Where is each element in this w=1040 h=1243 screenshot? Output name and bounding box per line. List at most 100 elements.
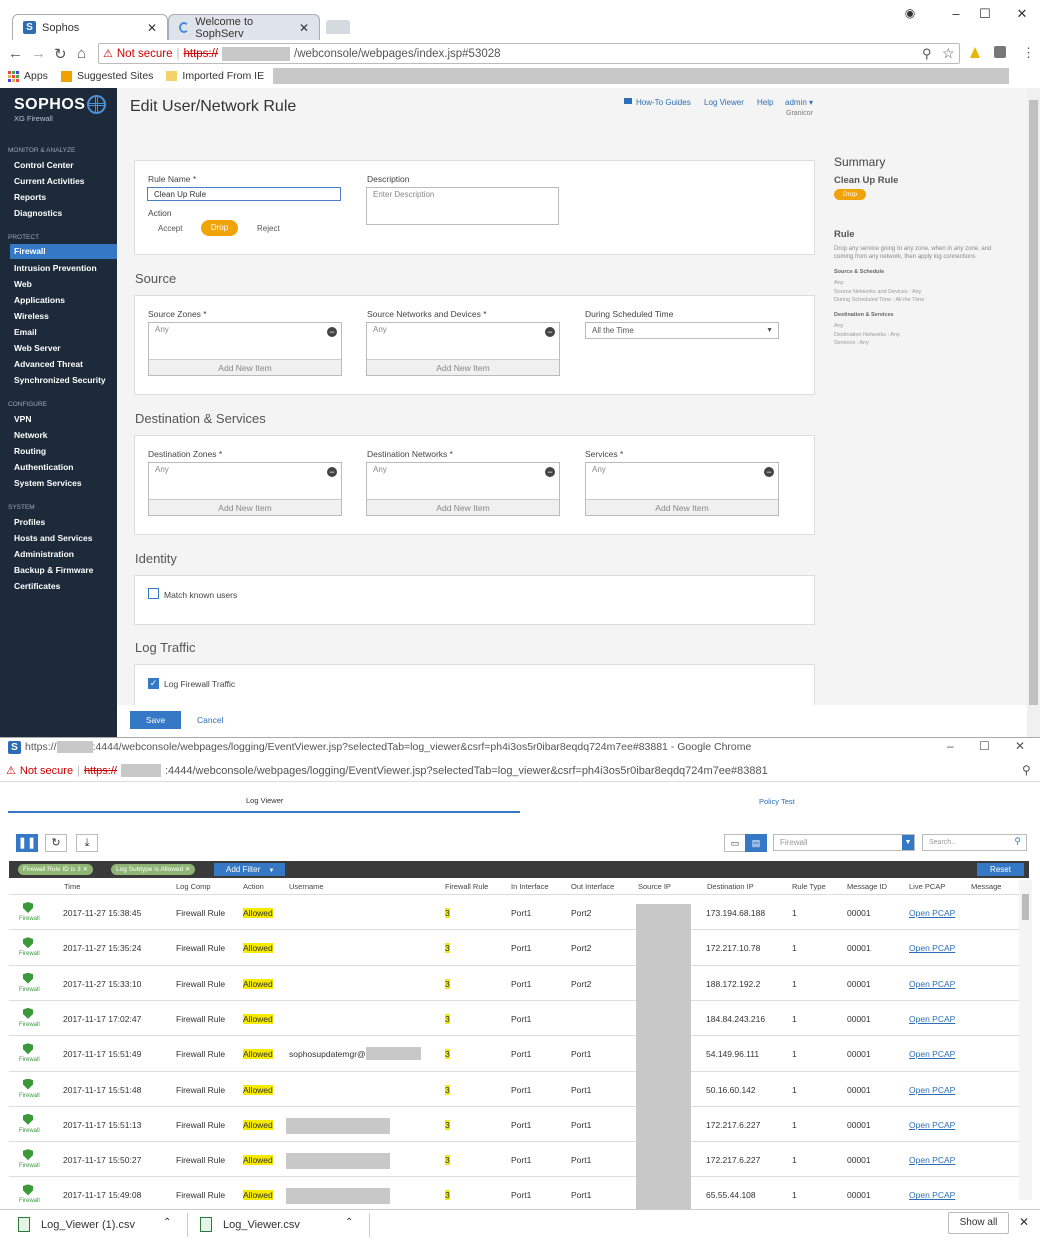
minimize-icon[interactable]: – xyxy=(947,739,954,753)
maximize-icon[interactable]: ☐ xyxy=(975,6,995,22)
sidebar-item-current-activities[interactable]: Current Activities xyxy=(14,176,85,186)
admin-menu[interactable]: admin ▾ xyxy=(785,98,813,107)
tab-policy-test[interactable]: Policy Test xyxy=(759,797,795,806)
sidebar-item-web[interactable]: Web xyxy=(14,279,32,289)
popup-address-bar[interactable]: ⚠ Not secure | https:// :4444/webconsole… xyxy=(0,760,1040,782)
sidebar-item-vpn[interactable]: VPN xyxy=(14,414,31,424)
sidebar-item-network[interactable]: Network xyxy=(14,430,48,440)
save-button[interactable]: Save xyxy=(130,711,181,729)
table-row[interactable]: Firewall 2017-11-17 15:51:48 Firewall Rule… xyxy=(9,1070,1019,1106)
download-item-2[interactable]: Log_Viewer.csv xyxy=(223,1219,300,1231)
remove-icon[interactable]: − xyxy=(327,467,337,477)
column-header-message-id[interactable]: Message ID xyxy=(847,882,887,891)
close-downloads-icon[interactable]: ✕ xyxy=(1019,1215,1029,1229)
action-reject[interactable]: Reject xyxy=(257,224,280,233)
sidebar-item-wireless[interactable]: Wireless xyxy=(14,311,49,321)
refresh-icon[interactable]: ↻ xyxy=(45,834,67,852)
cell-pcap[interactable]: Open PCAP xyxy=(909,1014,955,1024)
cell-pcap[interactable]: Open PCAP xyxy=(909,1049,955,1059)
scrollbar-thumb[interactable] xyxy=(1022,894,1029,920)
detail-view-icon[interactable]: ▭ xyxy=(724,834,746,852)
sidebar-item-firewall[interactable]: Firewall xyxy=(10,244,117,259)
table-row[interactable]: Firewall 2017-11-27 15:38:45 Firewall Rule… xyxy=(9,894,1019,929)
column-header-message[interactable]: Message xyxy=(971,882,1001,891)
table-row[interactable]: Firewall 2017-11-17 15:50:27 Firewall Rule… xyxy=(9,1141,1019,1176)
download-item-1[interactable]: Log_Viewer (1).csv xyxy=(41,1219,135,1231)
sidebar-item-advanced-threat[interactable]: Advanced Threat xyxy=(14,359,83,369)
sidebar-item-synchronized-security[interactable]: Synchronized Security xyxy=(14,375,106,385)
tab-log-viewer[interactable]: Log Viewer xyxy=(246,796,283,805)
tab-sophserv[interactable]: Welcome to SophServ ✕ xyxy=(168,14,320,40)
column-header-time[interactable]: Time xyxy=(64,882,80,891)
cell-pcap[interactable]: Open PCAP xyxy=(909,1085,955,1095)
filter-chip-rule-id[interactable]: Firewall Rule ID is 3 ✕ xyxy=(18,864,94,875)
cell-pcap[interactable]: Open PCAP xyxy=(909,908,955,918)
log-firewall-traffic-checkbox[interactable]: ✓ xyxy=(148,678,159,689)
column-header-out-interface[interactable]: Out Interface xyxy=(571,882,614,891)
chevron-up-icon[interactable]: ⌃ xyxy=(163,1217,171,1228)
help-link[interactable]: Help xyxy=(757,98,773,107)
window-close-icon[interactable]: ✕ xyxy=(1015,739,1025,753)
add-filter-button[interactable]: Add Filter ▼ xyxy=(214,863,285,876)
rule-name-input[interactable]: Clean Up Rule xyxy=(147,187,341,201)
page-scrollbar[interactable] xyxy=(1027,88,1040,737)
remove-icon[interactable]: − xyxy=(545,467,555,477)
log-search-input[interactable]: Search... ⚲ xyxy=(922,834,1027,851)
column-header-source-ip[interactable]: Source IP xyxy=(638,882,671,891)
tab-sophos[interactable]: S Sophos ✕ xyxy=(12,14,168,40)
sidebar-item-profiles[interactable]: Profiles xyxy=(14,517,45,527)
back-icon[interactable]: ← xyxy=(8,45,23,62)
sidebar-item-backup-firmware[interactable]: Backup & Firmware xyxy=(14,565,93,575)
new-tab-button[interactable] xyxy=(326,20,350,34)
reload-icon[interactable]: ↻ xyxy=(54,45,67,63)
services-list[interactable]: Any − Add New Item xyxy=(585,462,779,516)
cell-pcap[interactable]: Open PCAP xyxy=(909,1155,955,1165)
zoom-icon[interactable]: ⚲ xyxy=(922,46,932,62)
maximize-icon[interactable]: ☐ xyxy=(979,739,990,753)
sidebar-item-routing[interactable]: Routing xyxy=(14,446,46,456)
table-row[interactable]: Firewall 2017-11-17 15:49:08 Firewall Rule… xyxy=(9,1176,1019,1209)
column-header-rule-type[interactable]: Rule Type xyxy=(792,882,826,891)
table-scrollbar[interactable] xyxy=(1019,880,1032,1200)
pause-icon[interactable]: ❚❚ xyxy=(16,834,38,852)
bookmark-suggested-sites[interactable]: Suggested Sites xyxy=(77,70,153,82)
zoom-icon[interactable]: ⚲ xyxy=(1022,763,1031,777)
sidebar-item-reports[interactable]: Reports xyxy=(14,192,46,202)
table-row[interactable]: Firewall 2017-11-17 17:02:47 Firewall Rule… xyxy=(9,999,1019,1035)
add-new-item-button[interactable]: Add New Item xyxy=(586,499,778,515)
sidebar-item-diagnostics[interactable]: Diagnostics xyxy=(14,208,62,218)
cell-pcap[interactable]: Open PCAP xyxy=(909,943,955,953)
schedule-select[interactable]: All the Time ▼ xyxy=(585,322,779,339)
column-header-action[interactable]: Action xyxy=(243,882,264,891)
column-header-firewall-rule[interactable]: Firewall Rule xyxy=(445,882,488,891)
add-new-item-button[interactable]: Add New Item xyxy=(149,499,341,515)
add-new-item-button[interactable]: Add New Item xyxy=(149,359,341,375)
cell-pcap[interactable]: Open PCAP xyxy=(909,1120,955,1130)
forward-icon[interactable]: → xyxy=(31,45,46,62)
scrollbar-thumb[interactable] xyxy=(1029,100,1038,705)
filter-chip-subtype[interactable]: Log Subtype is Allowed ✕ xyxy=(111,864,196,875)
remove-icon[interactable]: − xyxy=(764,467,774,477)
remove-icon[interactable]: − xyxy=(545,327,555,337)
action-accept[interactable]: Accept xyxy=(158,224,182,233)
cell-pcap[interactable]: Open PCAP xyxy=(909,979,955,989)
source-networks-list[interactable]: Any − Add New Item xyxy=(366,322,560,376)
show-all-button[interactable]: Show all xyxy=(948,1212,1009,1234)
menu-icon[interactable]: ⋮ xyxy=(1022,45,1035,61)
window-close-icon[interactable]: ✕ xyxy=(1012,6,1032,22)
reset-button[interactable]: Reset xyxy=(977,863,1024,876)
address-bar[interactable]: ⚠ Not secure | https:// /webconsole/webp… xyxy=(98,43,960,64)
sidebar-item-hosts-and-services[interactable]: Hosts and Services xyxy=(14,533,92,543)
source-zones-list[interactable]: Any − Add New Item xyxy=(148,322,342,376)
download-icon[interactable]: ⤓ xyxy=(76,834,98,852)
add-new-item-button[interactable]: Add New Item xyxy=(367,359,559,375)
table-row[interactable]: Firewall 2017-11-17 15:51:49 Firewall Rule… xyxy=(9,1035,1019,1070)
column-header-destination-ip[interactable]: Destination IP xyxy=(707,882,754,891)
sidebar-item-system-services[interactable]: System Services xyxy=(14,478,82,488)
sidebar-item-applications[interactable]: Applications xyxy=(14,295,65,305)
bookmark-apps[interactable]: Apps xyxy=(24,70,48,82)
table-row[interactable]: Firewall 2017-11-27 15:35:24 Firewall Rule… xyxy=(9,929,1019,964)
home-icon[interactable]: ⌂ xyxy=(77,45,86,62)
table-row[interactable]: Firewall 2017-11-17 15:51:13 Firewall Rule… xyxy=(9,1105,1019,1141)
minimize-icon[interactable]: – xyxy=(946,6,966,21)
